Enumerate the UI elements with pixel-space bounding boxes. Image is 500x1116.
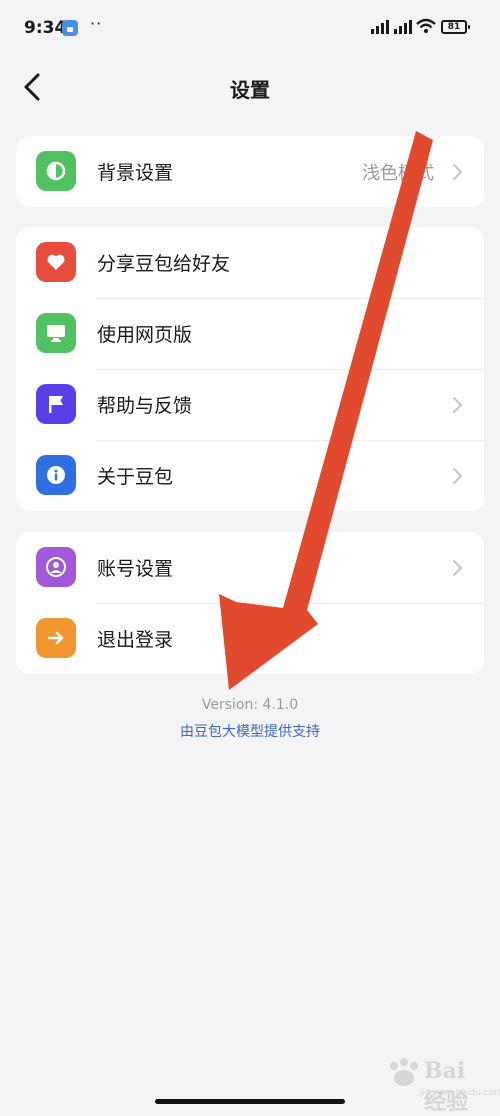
setting-share-label: 分享豆包给好友 (97, 253, 231, 275)
chevron-right-icon (453, 468, 463, 484)
setting-background[interactable]: 背景设置 浅色模式 (16, 136, 484, 207)
cell-signal-2-icon (394, 20, 412, 34)
watermark-text: Bai经验 (424, 1058, 469, 1115)
wifi-icon (416, 18, 436, 33)
more-dots-icon: ·· (90, 14, 103, 33)
chevron-right-icon (453, 164, 463, 180)
settings-group-general: 分享豆包给好友 使用网页版 帮助与反馈 关于豆包 (16, 227, 484, 511)
paw-icon (390, 1058, 418, 1086)
setting-account-label: 账号设置 (97, 558, 174, 580)
settings-group-account: 账号设置 退出登录 (16, 532, 484, 674)
status-time: 9:34 (24, 18, 67, 38)
battery-icon: 81 (441, 20, 470, 34)
arrow-right-icon (36, 618, 76, 658)
info-icon (36, 455, 76, 495)
home-indicator[interactable] (155, 1099, 345, 1104)
setting-about-label: 关于豆包 (97, 466, 174, 488)
setting-account[interactable]: 账号设置 (16, 532, 484, 603)
version-text: Version: 4.1.0 (201, 697, 299, 713)
monitor-icon (36, 313, 76, 353)
chevron-right-icon (453, 560, 463, 576)
cell-signal-icon (371, 20, 389, 34)
setting-logout-label: 退出登录 (97, 629, 174, 651)
settings-group-appearance: 背景设置 浅色模式 (16, 136, 484, 207)
half-circle-icon (36, 151, 76, 191)
flag-icon (36, 384, 76, 424)
heart-icon (36, 242, 76, 282)
setting-help-feedback[interactable]: 帮助与反馈 (16, 369, 484, 440)
setting-web-version-label: 使用网页版 (97, 324, 193, 346)
setting-share[interactable]: 分享豆包给好友 (16, 227, 484, 298)
status-bar: 9:34 ·· 81 (0, 0, 500, 56)
setting-help-feedback-label: 帮助与反馈 (97, 395, 193, 417)
setting-about[interactable]: 关于豆包 (16, 440, 484, 511)
setting-background-value: 浅色模式 (362, 163, 434, 184)
lock-icon (62, 20, 78, 36)
page-title: 设置 (230, 78, 270, 102)
chevron-right-icon (453, 397, 463, 413)
setting-logout[interactable]: 退出登录 (16, 603, 484, 674)
setting-web-version[interactable]: 使用网页版 (16, 298, 484, 369)
user-icon (36, 547, 76, 587)
baidu-jingyan-watermark: Bai经验 jingyan.baidu.com (384, 1056, 500, 1115)
setting-background-label: 背景设置 (97, 162, 174, 184)
powered-by-link[interactable]: 由豆包大模型提供支持 (0, 721, 500, 741)
watermark-url: jingyan.baidu.com (420, 1088, 500, 1098)
